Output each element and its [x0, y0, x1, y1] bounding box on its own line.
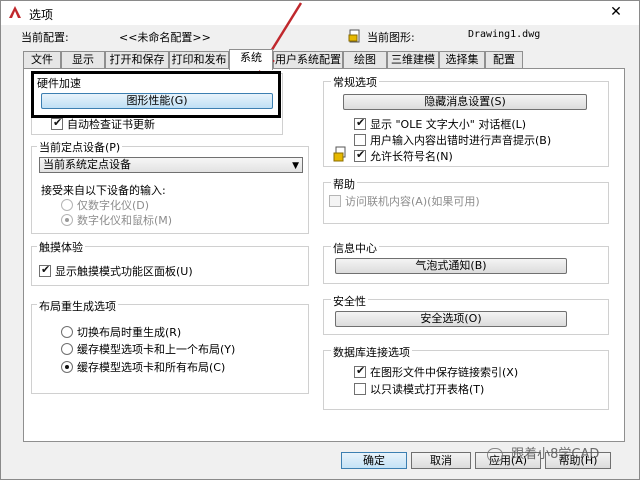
- checkbox-icon: [354, 383, 366, 395]
- checkbox-checked-icon: [354, 364, 366, 378]
- database-connectivity-title: 数据库连接选项: [331, 344, 412, 360]
- tab-system[interactable]: 系统: [229, 49, 273, 70]
- layout-regen-title: 布局重生成选项: [37, 298, 118, 314]
- tab-profiles[interactable]: 配置: [485, 51, 523, 69]
- ole-dialog-label: 显示 "OLE 文字大小" 对话框(L): [370, 118, 527, 131]
- auto-check-cert-label: 自动检查证书更新: [67, 118, 155, 131]
- open-tables-readonly-label: 以只读模式打开表格(T): [370, 383, 485, 396]
- radio-selected-icon: [61, 361, 73, 373]
- touch-ribbon-label: 显示触摸模式功能区面板(U): [55, 265, 193, 278]
- tab-3d-modeling[interactable]: 三维建模: [387, 51, 439, 69]
- checkbox-checked-icon: [51, 116, 63, 130]
- security-options-button[interactable]: 安全选项(O): [335, 311, 567, 327]
- cache-all-layouts-radio[interactable]: 缓存模型选项卡和所有布局(C): [61, 360, 225, 374]
- open-tables-readonly-checkbox[interactable]: 以只读模式打开表格(T): [354, 382, 484, 396]
- tab-files[interactable]: 文件: [23, 51, 61, 69]
- long-symbol-names-label: 允许长符号名(N): [370, 150, 453, 163]
- cache-last-layout-radio[interactable]: 缓存模型选项卡和上一个布局(Y): [61, 342, 235, 356]
- ole-dialog-checkbox[interactable]: 显示 "OLE 文字大小" 对话框(L): [354, 116, 527, 131]
- drawing-label: 当前图形:: [367, 31, 415, 44]
- tab-user-preferences[interactable]: 用户系统配置: [273, 51, 343, 69]
- ok-button[interactable]: 确定: [341, 452, 407, 469]
- auto-check-cert-checkbox[interactable]: 自动检查证书更新: [51, 116, 155, 131]
- tab-display[interactable]: 显示: [61, 51, 105, 69]
- checkbox-checked-icon: [39, 263, 51, 277]
- pointing-device-select[interactable]: 当前系统定点设备 ▼: [39, 157, 303, 173]
- title-bar[interactable]: 选项 ✕: [1, 1, 639, 25]
- watermark: 跟着小8学CAD: [487, 443, 637, 465]
- store-link-index-label: 在图形文件中保存链接索引(X): [370, 366, 519, 379]
- wechat-icon: [487, 447, 503, 462]
- profile-label: 当前配置:: [21, 31, 69, 44]
- checkbox-checked-icon: [354, 116, 366, 130]
- info-center-title: 信息中心: [331, 240, 379, 256]
- pointing-device-value: 当前系统定点设备: [43, 158, 131, 171]
- online-content-label: 访问联机内容(A)(如果可用): [345, 195, 480, 208]
- checkbox-icon: [329, 195, 341, 207]
- cancel-button[interactable]: 取消: [411, 452, 471, 469]
- error-beep-label: 用户输入内容出错时进行声音提示(B): [370, 134, 552, 147]
- digitizer-mouse-label: 数字化仪和鼠标(M): [77, 214, 173, 227]
- checkbox-checked-icon: [354, 148, 366, 162]
- options-dialog: 选项 ✕ 当前配置: <<未命名配置>> 当前图形: Drawing1.dwg …: [0, 0, 640, 480]
- close-icon: ✕: [610, 4, 622, 20]
- cache-last-layout-label: 缓存模型选项卡和上一个布局(Y): [77, 343, 236, 356]
- touch-ribbon-checkbox[interactable]: 显示触摸模式功能区面板(U): [39, 263, 193, 278]
- close-button[interactable]: ✕: [598, 3, 634, 21]
- touch-experience-title: 触摸体验: [37, 239, 85, 255]
- help-title: 帮助: [331, 176, 357, 192]
- tab-drafting[interactable]: 绘图: [343, 51, 387, 69]
- error-beep-checkbox[interactable]: 用户输入内容出错时进行声音提示(B): [354, 133, 551, 147]
- radio-icon: [61, 199, 73, 211]
- balloon-notifications-button[interactable]: 气泡式通知(B): [335, 258, 567, 274]
- chevron-down-icon: ▼: [292, 161, 299, 171]
- watermark-text: 跟着小8学CAD: [511, 447, 600, 462]
- regen-on-switch-radio[interactable]: 切换布局时重生成(R): [61, 325, 181, 339]
- hidden-messages-button[interactable]: 隐藏消息设置(S): [343, 94, 587, 110]
- security-title: 安全性: [331, 293, 368, 309]
- regen-on-switch-label: 切换布局时重生成(R): [77, 326, 182, 339]
- general-options-title: 常规选项: [331, 74, 379, 90]
- online-content-checkbox[interactable]: 访问联机内容(A)(如果可用): [329, 194, 480, 208]
- pointing-device-title: 当前定点设备(P): [37, 139, 123, 155]
- tab-open-save[interactable]: 打开和保存: [105, 51, 169, 69]
- highlight-frame: [31, 71, 281, 118]
- digitizer-only-radio[interactable]: 仅数字化仪(D): [61, 198, 149, 212]
- tab-strip: 文件 显示 打开和保存 打印和发布 系统 用户系统配置 绘图 三维建模 选择集 …: [23, 49, 623, 70]
- window-title: 选项: [29, 8, 54, 22]
- drawing-settings-icon: [333, 146, 346, 162]
- cache-all-layouts-label: 缓存模型选项卡和所有布局(C): [77, 361, 226, 374]
- autocad-logo-icon: [9, 6, 21, 18]
- digitizer-only-label: 仅数字化仪(D): [77, 199, 150, 212]
- tab-selection[interactable]: 选择集: [439, 51, 485, 69]
- radio-icon: [61, 343, 73, 355]
- store-link-index-checkbox[interactable]: 在图形文件中保存链接索引(X): [354, 364, 519, 379]
- radio-icon: [61, 326, 73, 338]
- digitizer-mouse-radio[interactable]: 数字化仪和鼠标(M): [61, 213, 172, 227]
- long-symbol-names-checkbox[interactable]: 允许长符号名(N): [354, 148, 453, 163]
- accept-input-label: 接受来自以下设备的输入:: [41, 184, 166, 197]
- drawing-value: Drawing1.dwg: [468, 29, 541, 40]
- drawing-file-icon: [348, 29, 360, 43]
- tab-plot-publish[interactable]: 打印和发布: [169, 51, 229, 69]
- radio-selected-icon: [61, 214, 73, 226]
- profile-value: <<未命名配置>>: [119, 31, 211, 44]
- checkbox-icon: [354, 134, 366, 146]
